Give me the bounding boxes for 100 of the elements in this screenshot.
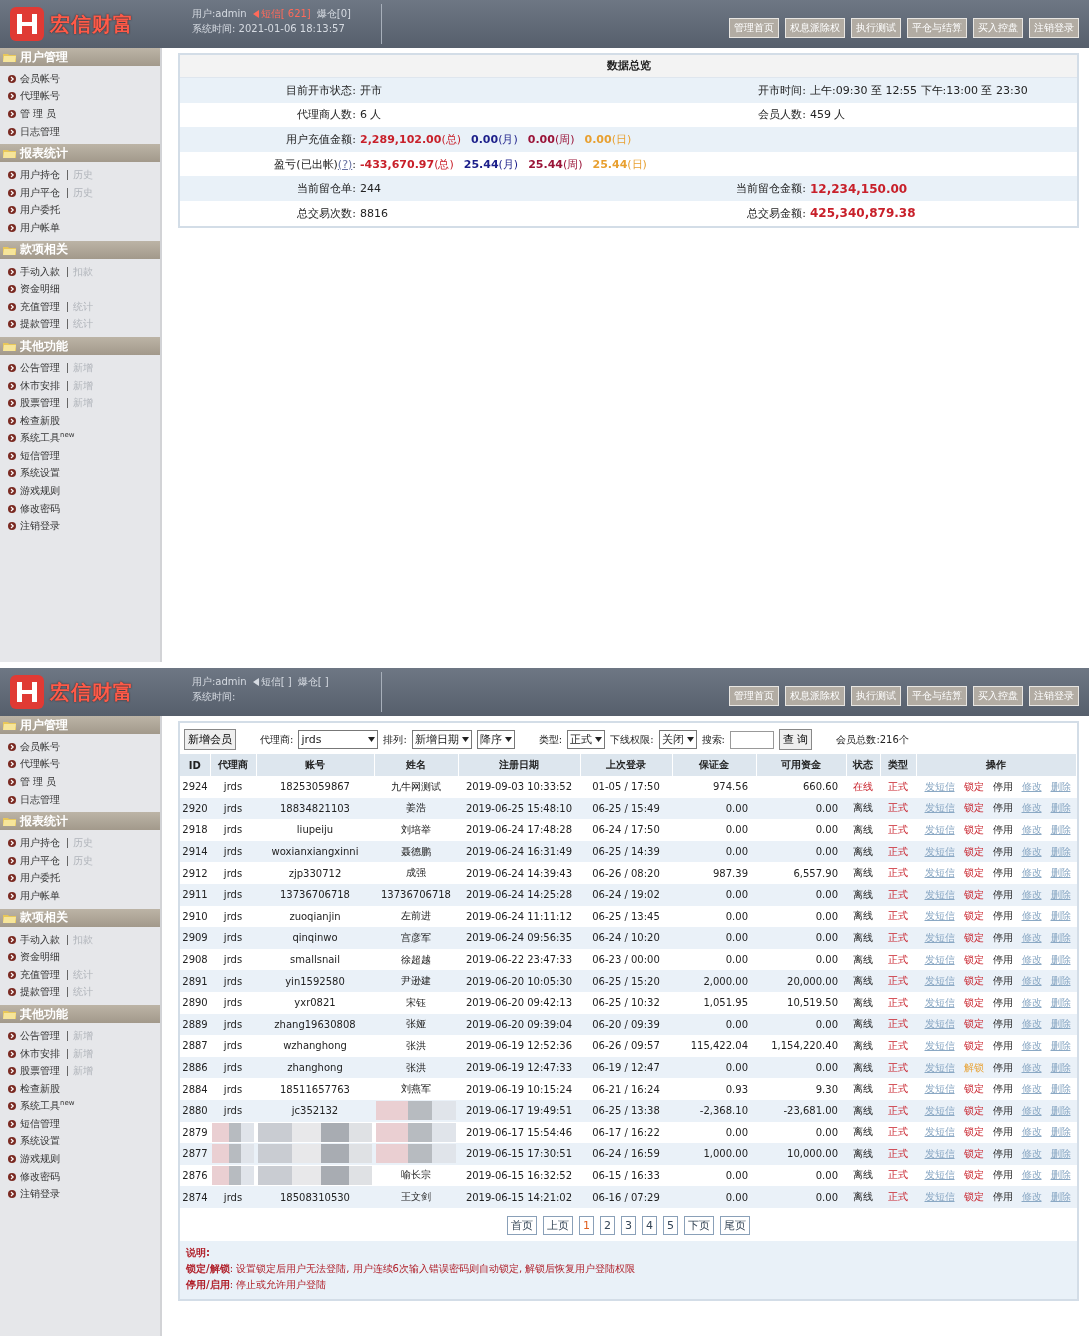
- action-link[interactable]: 修改: [1021, 930, 1042, 945]
- action-link[interactable]: 解锁: [963, 1060, 984, 1075]
- sms-link[interactable]: 短信[ ]: [252, 674, 292, 689]
- nav-button[interactable]: 买入控盘: [973, 686, 1023, 706]
- action-link[interactable]: 修改: [1021, 1146, 1042, 1161]
- action-link[interactable]: 发短信: [924, 823, 955, 837]
- action-link[interactable]: 删除: [1050, 909, 1071, 924]
- add-member-button[interactable]: 新增会员: [184, 729, 236, 750]
- menu-item[interactable]: 用户帐单: [20, 888, 60, 903]
- nav-button[interactable]: 管理首页: [729, 686, 779, 706]
- menu-item[interactable]: 资金明细: [20, 950, 60, 965]
- section-header[interactable]: 报表统计: [0, 812, 160, 831]
- action-link[interactable]: 停用: [992, 952, 1013, 967]
- section-header[interactable]: 款项相关: [0, 240, 160, 259]
- action-link[interactable]: 删除: [1050, 1125, 1071, 1140]
- page-button[interactable]: 尾页: [720, 1215, 750, 1235]
- page-button[interactable]: 1: [579, 1215, 594, 1235]
- menu-item[interactable]: 充值管理: [20, 299, 60, 314]
- action-link[interactable]: 删除: [1050, 995, 1071, 1010]
- action-link[interactable]: 锁定: [963, 1125, 984, 1140]
- menu-item[interactable]: 公告管理: [20, 360, 60, 375]
- action-link[interactable]: 修改: [1021, 801, 1042, 816]
- action-link[interactable]: 发短信: [924, 1146, 955, 1161]
- action-link[interactable]: 修改: [1021, 823, 1042, 837]
- menu-item[interactable]: 系统工具$^{new}$: [20, 431, 75, 446]
- action-link[interactable]: 修改: [1021, 995, 1042, 1010]
- menu-item[interactable]: 系统设置: [20, 1134, 60, 1149]
- action-link[interactable]: 删除: [1050, 1060, 1071, 1075]
- section-header[interactable]: 款项相关: [0, 908, 160, 927]
- menu-item[interactable]: 检查新股: [20, 413, 60, 428]
- action-link[interactable]: 锁定: [963, 1103, 984, 1118]
- page-button[interactable]: 上页: [543, 1215, 573, 1235]
- action-link[interactable]: 停用: [992, 1038, 1013, 1053]
- action-link[interactable]: 删除: [1050, 1168, 1071, 1183]
- action-link[interactable]: 发短信: [924, 801, 955, 816]
- action-link[interactable]: 发短信: [924, 909, 955, 924]
- action-link[interactable]: 删除: [1050, 866, 1071, 881]
- menu-item[interactable]: 修改密码: [20, 1169, 60, 1184]
- page-button[interactable]: 5: [663, 1215, 678, 1235]
- action-link[interactable]: 删除: [1050, 1103, 1071, 1118]
- action-link[interactable]: 锁定: [963, 887, 984, 902]
- action-link[interactable]: 停用: [992, 1103, 1013, 1118]
- menu-item[interactable]: 管 理 员: [20, 107, 57, 121]
- menu-item[interactable]: 管 理 员: [20, 775, 57, 789]
- action-link[interactable]: 发短信: [924, 1017, 955, 1032]
- action-link[interactable]: 删除: [1050, 779, 1071, 794]
- action-link[interactable]: 删除: [1050, 974, 1071, 989]
- menu-item[interactable]: 提款管理: [20, 317, 60, 332]
- action-link[interactable]: 发短信: [924, 1060, 955, 1075]
- section-header[interactable]: 用户管理: [0, 716, 160, 734]
- action-link[interactable]: 停用: [992, 1060, 1013, 1075]
- dropdown[interactable]: jrds: [298, 730, 379, 749]
- action-link[interactable]: 锁定: [963, 779, 984, 794]
- action-link[interactable]: 删除: [1050, 952, 1071, 967]
- menu-item[interactable]: 提款管理: [20, 985, 60, 1000]
- page-button[interactable]: 下页: [684, 1215, 714, 1235]
- search-field[interactable]: [729, 730, 774, 749]
- action-link[interactable]: 锁定: [963, 1146, 984, 1161]
- action-link[interactable]: 停用: [992, 887, 1013, 902]
- action-link[interactable]: 停用: [992, 1017, 1013, 1032]
- search-button[interactable]: 查 询: [778, 729, 813, 750]
- nav-button[interactable]: 注销登录: [1029, 18, 1079, 38]
- menu-item[interactable]: 用户持仓: [20, 168, 60, 183]
- action-link[interactable]: 锁定: [963, 930, 984, 945]
- action-link[interactable]: 修改: [1021, 952, 1042, 967]
- menu-item[interactable]: 游戏规则: [20, 484, 60, 499]
- nav-button[interactable]: 平仓与结算: [907, 18, 967, 38]
- action-link[interactable]: 修改: [1021, 1017, 1042, 1032]
- section-header[interactable]: 其他功能: [0, 1005, 160, 1024]
- action-link[interactable]: 停用: [992, 1146, 1013, 1161]
- menu-item[interactable]: 股票管理: [20, 396, 60, 411]
- menu-item[interactable]: 资金明细: [20, 282, 60, 297]
- action-link[interactable]: 发短信: [924, 866, 955, 881]
- page-button[interactable]: 首页: [507, 1215, 537, 1235]
- action-link[interactable]: 删除: [1050, 1146, 1071, 1161]
- action-link[interactable]: 锁定: [963, 1190, 984, 1205]
- action-link[interactable]: 停用: [992, 1125, 1013, 1140]
- menu-item[interactable]: 注销登录: [20, 1187, 60, 1202]
- action-link[interactable]: 停用: [992, 866, 1013, 881]
- action-link[interactable]: 锁定: [963, 974, 984, 989]
- menu-item[interactable]: 系统设置: [20, 466, 60, 481]
- action-link[interactable]: 发短信: [924, 1168, 955, 1183]
- action-link[interactable]: 发短信: [924, 974, 955, 989]
- action-link[interactable]: 删除: [1050, 1082, 1071, 1097]
- menu-item[interactable]: 代理帐号: [20, 757, 60, 772]
- action-link[interactable]: 发短信: [924, 1125, 955, 1140]
- menu-item[interactable]: 注销登录: [20, 519, 60, 534]
- action-link[interactable]: 修改: [1021, 866, 1042, 881]
- action-link[interactable]: 修改: [1021, 1060, 1042, 1075]
- menu-item[interactable]: 修改密码: [20, 501, 60, 516]
- menu-item[interactable]: 手动入款: [20, 932, 60, 947]
- menu-item[interactable]: 游戏规则: [20, 1152, 60, 1167]
- menu-item[interactable]: 公告管理: [20, 1028, 60, 1043]
- nav-button[interactable]: 权息派除权: [785, 18, 845, 38]
- menu-item[interactable]: 系统工具$^{new}$: [20, 1099, 75, 1114]
- action-link[interactable]: 删除: [1050, 801, 1071, 816]
- action-link[interactable]: 删除: [1050, 1190, 1071, 1205]
- action-link[interactable]: 停用: [992, 801, 1013, 816]
- dropdown[interactable]: 正式: [567, 730, 606, 749]
- action-link[interactable]: 发短信: [924, 952, 955, 967]
